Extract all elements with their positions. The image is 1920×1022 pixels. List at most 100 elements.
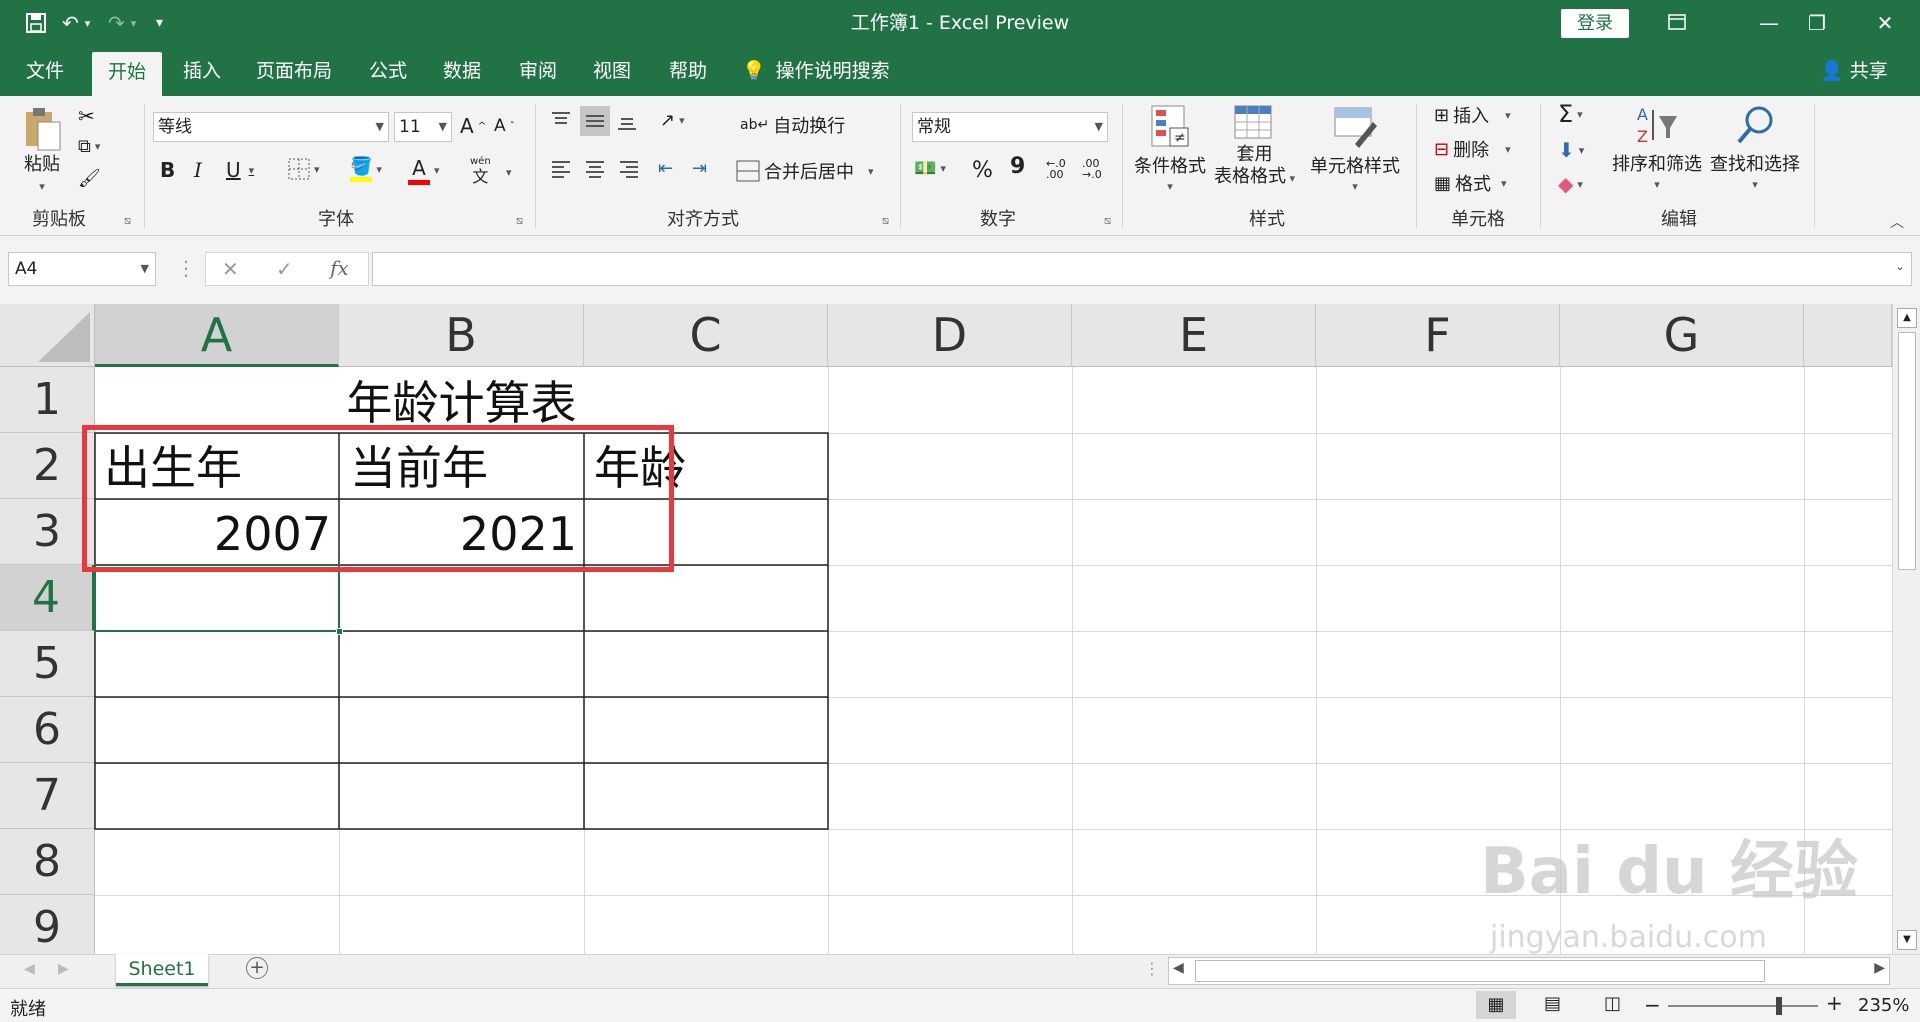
font-name-select[interactable]: 等线 ▼ xyxy=(153,112,389,142)
fill-icon[interactable]: ⬇ ▾ xyxy=(1558,138,1584,162)
zoom-in-icon[interactable]: + xyxy=(1826,991,1843,1015)
tab-insert[interactable]: 插入 xyxy=(168,46,236,96)
font-color-icon[interactable]: A ▾ xyxy=(408,156,440,185)
delete-cells-button[interactable]: ⊟ 删除 ▾ xyxy=(1434,136,1511,162)
scroll-thumb[interactable] xyxy=(1898,332,1916,570)
underline-button[interactable]: U ▾ xyxy=(226,158,254,182)
tell-me-search[interactable]: 💡 操作说明搜索 xyxy=(742,46,902,96)
clipboard-launcher-icon[interactable]: ⧅ xyxy=(124,214,131,228)
prev-sheet-icon[interactable]: ◀ xyxy=(24,961,35,977)
enter-icon[interactable]: ✓ xyxy=(276,257,293,281)
autosum-icon[interactable]: Σ ▾ xyxy=(1558,100,1583,128)
tab-help[interactable]: 帮助 xyxy=(654,46,722,96)
tab-page-layout[interactable]: 页面布局 xyxy=(246,46,342,96)
cut-icon[interactable]: ✂ xyxy=(78,104,95,128)
decrease-decimal-icon[interactable]: .00 →.0 xyxy=(1082,158,1102,180)
align-top-icon[interactable] xyxy=(550,110,572,132)
sort-filter-button[interactable]: AZ 排序和筛选 ▾ xyxy=(1612,104,1702,191)
tab-review[interactable]: 审阅 xyxy=(504,46,572,96)
align-middle-icon[interactable] xyxy=(580,106,610,136)
currency-icon[interactable]: 💵 ▾ xyxy=(914,158,946,179)
divider xyxy=(900,104,901,228)
format-as-table-button[interactable]: 套用 表格格式 ▾ xyxy=(1214,104,1295,190)
divider xyxy=(1122,104,1123,228)
insert-cells-button[interactable]: ⊞ 插入 ▾ xyxy=(1434,102,1511,128)
borders-icon[interactable]: ▾ xyxy=(288,158,320,180)
page-layout-view-icon[interactable]: ▤ xyxy=(1544,993,1561,1014)
paste-button[interactable]: 粘贴 ▾ xyxy=(22,106,62,193)
find-select-button[interactable]: 查找和选择 ▾ xyxy=(1710,104,1800,191)
decrease-font-icon[interactable]: Aˇ xyxy=(494,116,515,136)
zoom-slider-thumb[interactable] xyxy=(1776,997,1782,1015)
merge-center-button[interactable]: 合并后居中 ▾ xyxy=(736,158,874,184)
active-cell-a4[interactable] xyxy=(94,564,343,635)
align-left-icon[interactable] xyxy=(550,158,572,180)
tab-file[interactable]: 文件 xyxy=(8,46,82,96)
format-painter-icon[interactable]: 🖌 xyxy=(78,168,101,189)
tab-formulas[interactable]: 公式 xyxy=(354,46,422,96)
wrap-text-button[interactable]: ab↵ 自动换行 xyxy=(740,112,845,138)
decrease-indent-icon[interactable]: ⇤ xyxy=(658,158,673,179)
bold-button[interactable]: B xyxy=(160,158,175,182)
undo-icon[interactable]: ↶ ▾ xyxy=(62,0,90,46)
ribbon-display-icon[interactable] xyxy=(1646,0,1708,46)
align-center-icon[interactable] xyxy=(584,158,606,180)
font-launcher-icon[interactable]: ⧅ xyxy=(516,214,523,228)
insert-function-icon[interactable]: fx xyxy=(330,256,349,280)
tab-data[interactable]: 数据 xyxy=(428,46,496,96)
scroll-left-icon[interactable]: ◀ xyxy=(1173,960,1184,976)
pinyin-icon[interactable]: wén 文 xyxy=(470,156,491,187)
close-icon[interactable]: ✕ xyxy=(1854,0,1916,46)
zoom-level[interactable]: 235% xyxy=(1858,995,1909,1016)
increase-indent-icon[interactable]: ⇥ xyxy=(692,158,707,179)
restore-icon[interactable]: ❐ xyxy=(1786,0,1848,46)
customize-qat-icon[interactable]: ▾ xyxy=(156,0,163,46)
alignment-launcher-icon[interactable]: ⧅ xyxy=(882,214,889,228)
hscroll-thumb[interactable] xyxy=(1195,960,1765,982)
login-button[interactable]: 登录 xyxy=(1561,9,1629,38)
increase-decimal-icon[interactable]: ←.0.00 xyxy=(1046,158,1066,180)
align-right-icon[interactable] xyxy=(618,158,640,180)
zoom-slider[interactable] xyxy=(1668,997,1818,1015)
cell-styles-button[interactable]: 单元格样式 ▾ xyxy=(1310,104,1400,193)
formula-input[interactable]: ⌄ xyxy=(372,252,1912,286)
chevron-down-icon[interactable]: ▾ xyxy=(506,166,512,179)
fill-handle[interactable] xyxy=(336,628,343,635)
redo-icon[interactable]: ↷ ▾ xyxy=(108,0,136,46)
tab-home[interactable]: 开始 xyxy=(92,52,162,96)
increase-font-icon[interactable]: A ^ xyxy=(460,114,486,138)
save-icon[interactable] xyxy=(26,0,46,46)
number-launcher-icon[interactable]: ⧅ xyxy=(1104,214,1111,228)
italic-button[interactable]: I xyxy=(194,158,202,182)
conditional-format-button[interactable]: ≠ 条件格式 ▾ xyxy=(1134,104,1206,193)
format-cells-button[interactable]: ▦ 格式 ▾ xyxy=(1434,170,1507,196)
normal-view-icon[interactable]: ▦ xyxy=(1476,991,1516,1019)
number-format-select[interactable]: 常规 ▼ xyxy=(912,112,1108,142)
horizontal-scrollbar[interactable]: ◀ ▶ xyxy=(1168,957,1890,985)
scroll-down-icon[interactable]: ▼ xyxy=(1897,930,1917,950)
cancel-icon[interactable]: ✕ xyxy=(222,257,239,281)
sheet-tab-sheet1[interactable]: Sheet1 xyxy=(116,954,208,986)
align-bottom-icon[interactable] xyxy=(616,110,638,132)
collapse-ribbon-icon[interactable]: ︿ xyxy=(1890,212,1904,232)
percent-button[interactable]: % xyxy=(972,158,993,183)
scroll-up-icon[interactable]: ▲ xyxy=(1897,308,1917,328)
vertical-scrollbar[interactable]: ▲ ▼ xyxy=(1892,304,1920,954)
tab-view[interactable]: 视图 xyxy=(578,46,646,96)
zoom-out-icon[interactable]: − xyxy=(1644,993,1661,1017)
next-sheet-icon[interactable]: ▶ xyxy=(58,961,69,977)
clear-icon[interactable]: ◆ ▾ xyxy=(1558,172,1583,196)
comma-style-button[interactable]: 9 xyxy=(1010,154,1025,179)
name-box[interactable]: A4 ▼ xyxy=(8,252,156,286)
scroll-right-icon[interactable]: ▶ xyxy=(1874,960,1885,976)
share-button[interactable]: 👤 共享 xyxy=(1820,46,1888,96)
fill-color-icon[interactable]: 🪣 ▾ xyxy=(350,156,382,182)
page-break-view-icon[interactable]: ◫ xyxy=(1604,993,1621,1014)
expand-formula-icon[interactable]: ⌄ xyxy=(1895,259,1905,273)
add-sheet-icon[interactable]: + xyxy=(246,957,268,979)
font-size-select[interactable]: 11 ▼ xyxy=(394,112,452,142)
orientation-icon[interactable]: ↗ ▾ xyxy=(660,110,685,131)
split-handle-icon[interactable]: ⋮ xyxy=(1144,959,1160,978)
worksheet-grid[interactable]: A B C D E F G 1 2 3 4 5 6 7 8 9 年龄计算表 出生… xyxy=(0,304,1892,954)
copy-icon[interactable]: ⧉ ▾ xyxy=(78,136,100,157)
